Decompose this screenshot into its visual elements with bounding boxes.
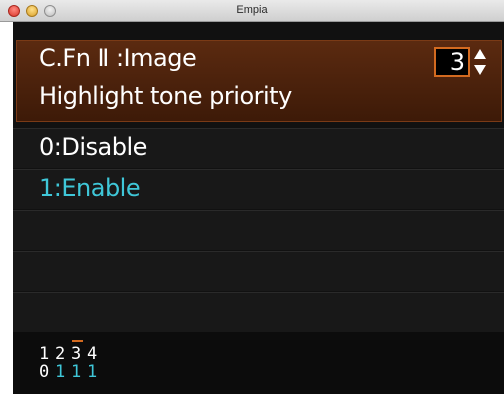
option-label: 1:Enable [39, 174, 141, 202]
function-number: 2 [55, 344, 66, 364]
up-down-arrows-icon[interactable] [472, 46, 488, 78]
function-number: 3 [71, 344, 82, 364]
current-function-marker [72, 340, 83, 342]
empty-row [13, 292, 504, 332]
function-value: 1 [71, 362, 82, 382]
window-titlebar: Empia [0, 0, 504, 22]
function-name: Highlight tone priority [39, 82, 292, 110]
function-number: 4 [87, 344, 98, 364]
empty-row [13, 251, 504, 291]
option-row-enable[interactable]: 1:Enable [13, 169, 504, 209]
option-row-disable[interactable]: 0:Disable [13, 128, 504, 168]
empty-row [13, 210, 504, 250]
camera-screen: C.Fn Ⅱ :Image Highlight tone priority 3 … [13, 22, 504, 394]
function-page-number[interactable]: 3 [434, 47, 470, 77]
window-title: Empia [236, 4, 268, 16]
function-value: 0 [39, 362, 50, 382]
function-values: 0 1 1 1 [39, 362, 98, 382]
option-label: 0:Disable [39, 133, 147, 161]
function-number: 1 [39, 344, 50, 364]
function-numbers: 1 2 3 4 [39, 344, 98, 364]
function-group-title: C.Fn Ⅱ :Image [39, 44, 197, 72]
function-value: 1 [87, 362, 98, 382]
function-value: 1 [55, 362, 66, 382]
